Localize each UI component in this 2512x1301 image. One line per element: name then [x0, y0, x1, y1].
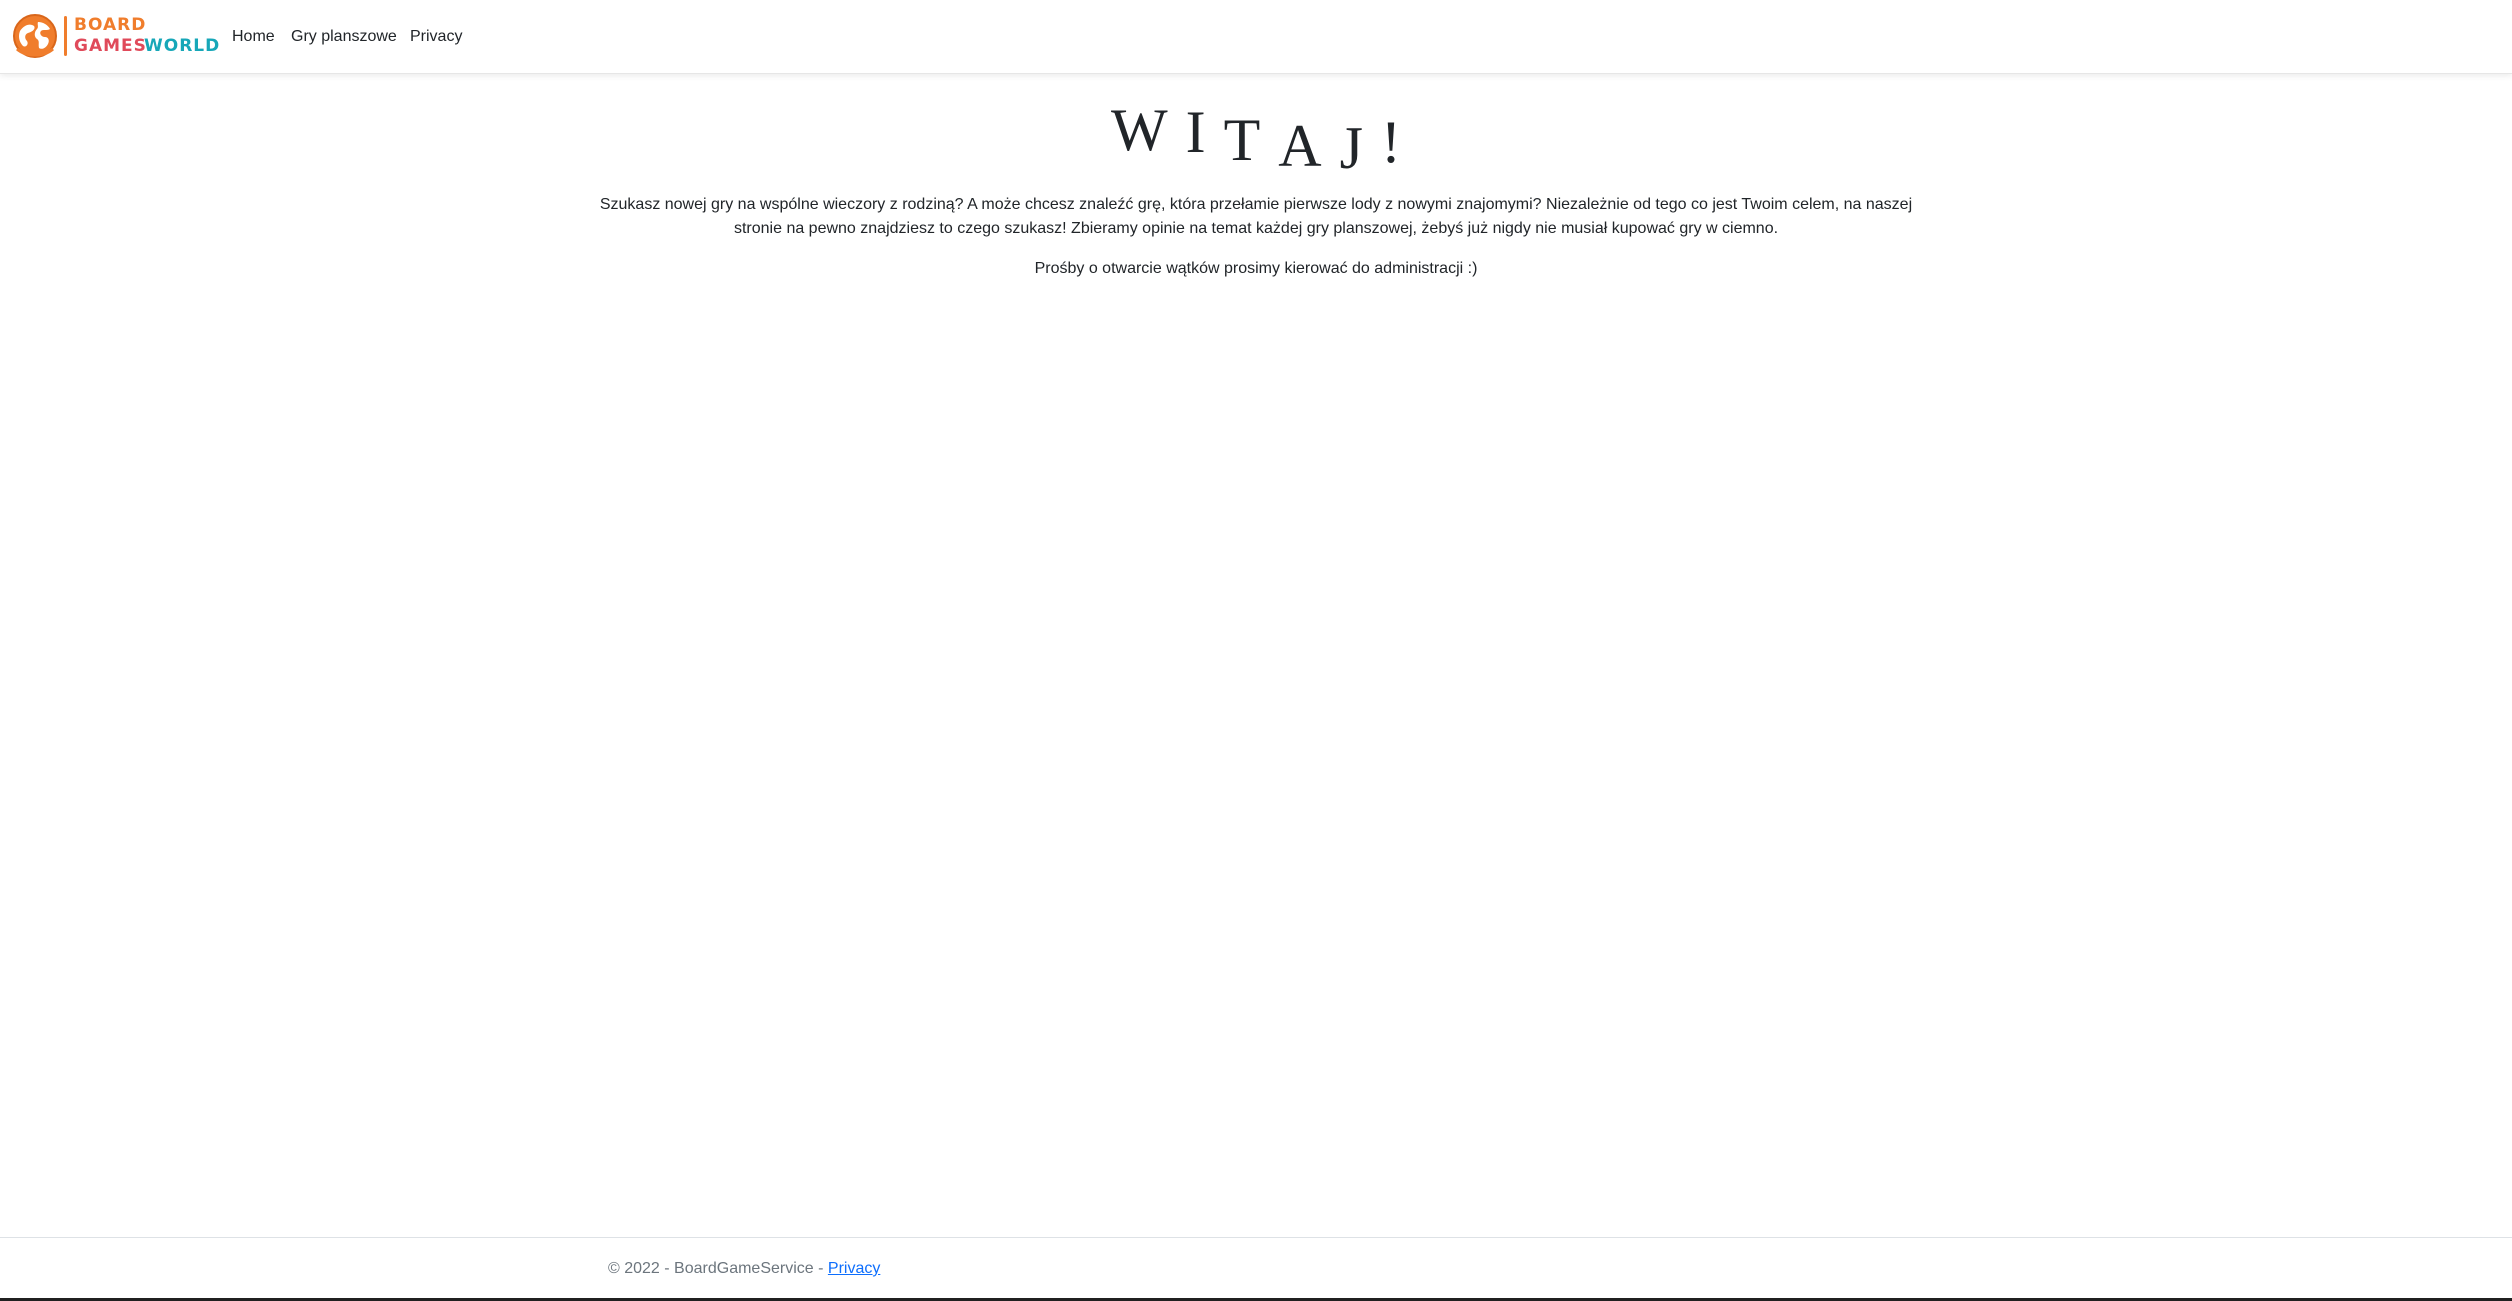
title-letter: A	[1278, 113, 1322, 179]
title-letter: T	[1223, 107, 1261, 173]
nav-link-board-games[interactable]: Gry planszowe	[291, 26, 397, 48]
page: BOARD GAMES WORLD Home Gry planszowe Pri…	[0, 0, 2512, 1301]
footer-text: © 2022 - BoardGameService - Privacy	[608, 1258, 880, 1280]
footer-privacy-link[interactable]: Privacy	[828, 1260, 880, 1277]
title-letter: W	[1111, 97, 1168, 163]
nav-link-home[interactable]: Home	[232, 26, 275, 48]
brand-word-world: WORLD	[144, 36, 221, 56]
top-navbar: BOARD GAMES WORLD Home Gry planszowe Pri…	[0, 0, 2512, 74]
footer-copyright: © 2022 - BoardGameService -	[608, 1260, 828, 1277]
nav-link-privacy[interactable]: Privacy	[410, 26, 462, 48]
brand-logo-link[interactable]: BOARD GAMES WORLD	[12, 12, 219, 60]
brand-word-board: BOARD	[74, 15, 147, 35]
title-letter: I	[1185, 99, 1206, 165]
brand-word-games: GAMES	[74, 36, 147, 56]
title-letter: J	[1339, 115, 1363, 181]
brand-divider	[64, 16, 67, 56]
title-letter: !	[1381, 109, 1401, 175]
globe-logo-icon	[13, 14, 57, 58]
footer: © 2022 - BoardGameService - Privacy	[0, 1237, 2512, 1298]
thread-requests-note: Prośby o otwarcie wątków prosimy kierowa…	[1034, 260, 1478, 277]
page-title: W I T A J!	[0, 96, 2512, 181]
intro-paragraph: Szukasz nowej gry na wspólne wieczory z …	[599, 196, 1913, 237]
